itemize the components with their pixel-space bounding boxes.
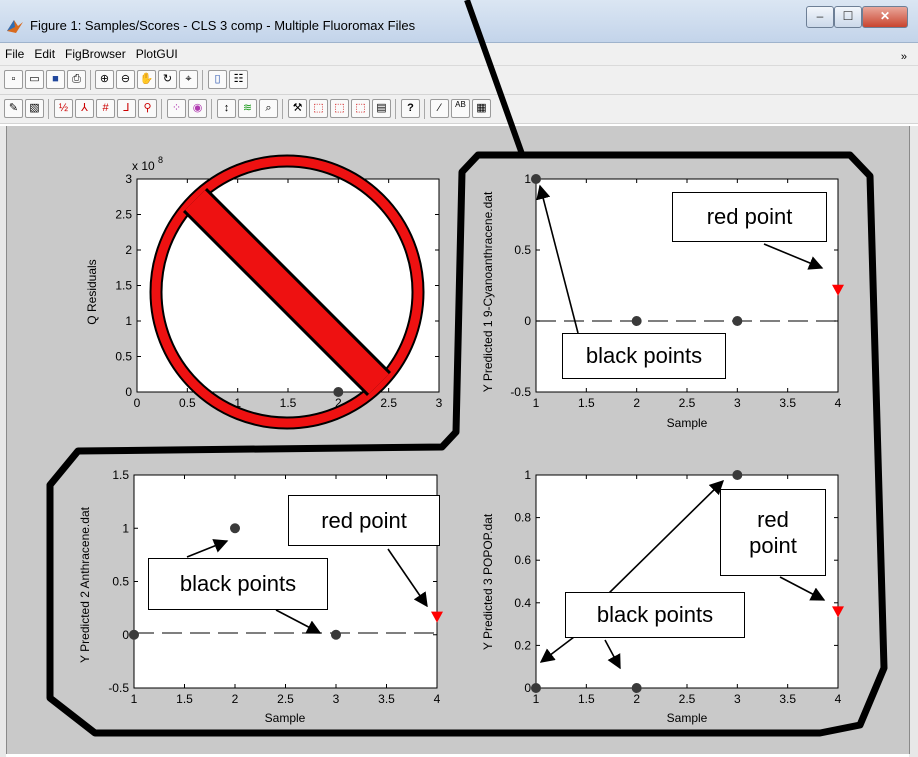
x-tick-label: 4 [835,396,842,410]
data-point-black[interactable] [230,523,240,534]
callout-black-points-1: black points [562,333,726,379]
x-tick-label: 2.5 [679,692,696,706]
x-tick-label: 1 [533,396,540,410]
data-point-black[interactable] [331,629,341,640]
pointer-line [464,0,525,156]
y-tick-label: 0.5 [112,575,129,589]
x-tick-label: 2.5 [277,692,294,706]
y-tick-label: 3 [125,172,132,186]
y-tick-label: 0.5 [115,350,132,364]
x-tick-label: 3.5 [378,692,395,706]
figure-window: Figure 1: Samples/Scores - CLS 3 comp - … [0,0,918,757]
xlabel-y2: Sample [265,711,306,725]
y-tick-label: 1 [524,172,531,186]
y-tick-label: -0.5 [108,681,129,695]
exponent-power: 8 [158,155,163,165]
x-tick-label: 1.5 [578,396,595,410]
data-point-black[interactable] [732,316,743,326]
y-tick-label: 0.5 [514,243,531,257]
x-tick-label: 2 [633,396,640,410]
y-tick-label: 1 [524,468,531,482]
ylabel-y3: Y Predicted 3 POPOP.dat [481,513,495,650]
x-tick-label: 2 [633,692,640,706]
ylabel-y2: Y Predicted 2 Anthracene.dat [78,506,92,663]
callout-red-point-1: red point [672,192,827,242]
ylabel-q-residuals: Q Residuals [85,259,99,324]
x-tick-label: 3.5 [779,692,796,706]
y-tick-label: 1.5 [112,468,129,482]
x-tick-label: 1 [131,692,138,706]
x-tick-label: 0 [134,396,141,410]
callout-black-points-3: black points [565,592,745,638]
y-tick-label: 0 [524,681,531,695]
x-tick-label: 3.5 [779,396,796,410]
exponent-label: x 10 [132,159,155,173]
data-point-black[interactable] [732,470,743,480]
data-point-black[interactable] [631,316,642,326]
x-tick-label: 1.5 [176,692,193,706]
x-tick-label: 0.5 [179,396,196,410]
data-point-black[interactable] [531,683,541,693]
data-point-black[interactable] [531,174,541,184]
y-tick-label: 0.4 [514,596,531,610]
x-tick-label: 2 [232,692,239,706]
y-tick-label: 0 [125,385,132,399]
figure-svg: Q Residuals Y Predicted 1 9-Cyanoanthrac… [46,0,888,737]
x-tick-label: 2.5 [380,396,397,410]
x-tick-label: 4 [835,692,842,706]
x-tick-label: 1.5 [578,692,595,706]
y-tick-label: 1 [125,314,132,328]
callout-red-point-2: red point [288,495,440,546]
x-tick-label: 1 [533,692,540,706]
data-point-black[interactable] [631,683,642,693]
y-tick-label: 2.5 [115,208,132,222]
x-tick-label: 1.5 [280,396,297,410]
x-tick-label: 4 [434,692,441,706]
data-point-black[interactable] [129,629,139,640]
callout-black-points-2: black points [148,558,328,610]
x-tick-label: 3 [333,692,340,706]
x-tick-label: 3 [734,396,741,410]
x-tick-label: 3 [734,692,741,706]
y-tick-label: 0.8 [514,511,531,525]
callout-red-point-3: red point [720,489,826,576]
xlabel-y3: Sample [667,711,708,725]
x-tick-label: 3 [436,396,443,410]
y-tick-label: -0.5 [510,385,531,399]
y-tick-label: 0 [122,628,129,642]
y-tick-label: 1.5 [115,279,132,293]
y-tick-label: 0.6 [514,553,531,567]
data-point-black[interactable] [333,387,344,397]
y-tick-label: 0 [524,314,531,328]
y-tick-label: 1 [122,521,129,535]
ylabel-y1: Y Predicted 1 9-Cyanoanthracene.dat [481,191,495,392]
y-tick-label: 0.2 [514,638,531,652]
x-tick-label: 2.5 [679,396,696,410]
y-tick-label: 2 [125,243,132,257]
xlabel-y1: Sample [667,416,708,430]
